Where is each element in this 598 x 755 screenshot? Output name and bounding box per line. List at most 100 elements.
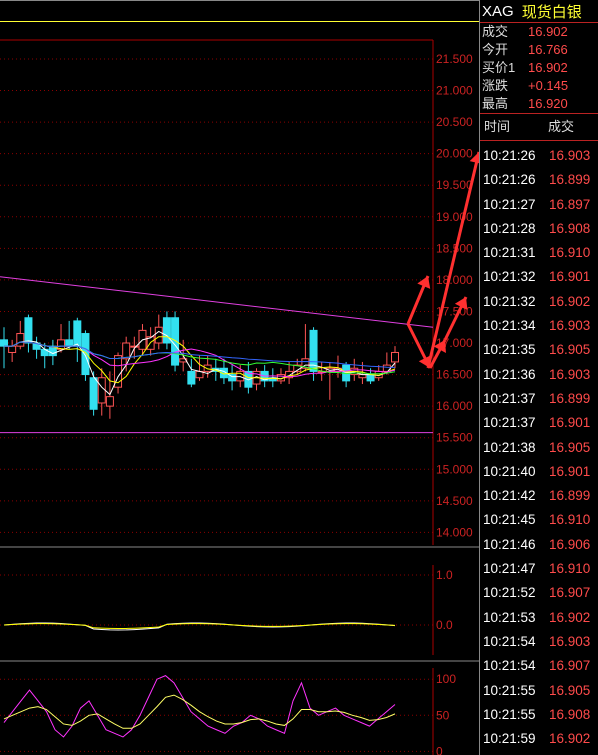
y-tick-label: 16.500 [436,368,473,382]
instrument-header: XAG 现货白银 [480,0,598,23]
candle-body [8,345,17,353]
tick-row[interactable]: 10:21:55 16.905 [480,679,598,703]
tick-time: 10:21:27 [483,196,536,212]
candle-body [382,364,391,372]
candle-body [81,333,90,376]
quote-value: 16.902 [528,24,568,39]
tick-time: 10:21:36 [483,366,536,382]
tick-row[interactable]: 10:21:46 16.906 [480,533,598,557]
instrument-code: XAG [482,2,514,20]
quote-label: 涨跌 [482,78,509,93]
tick-row[interactable]: 10:21:38 16.905 [480,436,598,460]
y-tick-label: 21.500 [436,52,473,66]
candle-body [65,339,74,347]
tick-row[interactable]: 10:21:59 16.902 [480,727,598,751]
tick-price: 16.901 [549,463,591,479]
tick-time: 10:21:55 [483,682,536,698]
tick-price: 16.897 [549,196,591,212]
candle-body [187,370,196,385]
tick-time: 10:21:34 [483,318,536,334]
quote-summary: 成交 16.902 今开 16.766 买价1 16.902 涨跌 +0.145 最高 16.92… [480,23,598,114]
tick-price: 16.907 [549,585,591,601]
tick-row[interactable]: 10:21:52 16.907 [480,581,598,605]
y-tick-label: 20.000 [436,147,473,161]
tick-row[interactable]: 10:21:54 16.907 [480,654,598,678]
quote-label: 成交 [482,24,509,39]
tick-row[interactable]: 10:21:53 16.902 [480,606,598,630]
tick-row[interactable]: 10:21:26 16.903 [480,144,598,168]
quote-panel: XAG 现货白银 成交 16.902 今开 16.766 买价1 16.902 涨跌 +0.1… [479,0,598,755]
candle-body [89,377,98,410]
y-tick-label: 20.500 [436,115,473,129]
tick-price: 16.905 [549,439,591,455]
tick-price: 16.901 [549,269,591,285]
tick-row[interactable]: 10:21:31 16.910 [480,241,598,265]
y-tick-label: 0 [436,744,443,755]
tick-price: 16.910 [549,561,591,577]
y-tick-label: 21.000 [436,84,473,98]
quote-row: 买价1 16.902 [482,59,598,77]
tick-price: 16.910 [549,245,591,261]
candle-body [97,377,106,404]
y-tick-label: 19.000 [436,210,473,224]
tick-row[interactable]: 10:21:34 16.903 [480,314,598,338]
quote-label: 今开 [482,42,509,57]
tick-row[interactable]: 10:21:28 16.908 [480,217,598,241]
tick-header: 时间 成交 [480,114,598,141]
indicator-line [3,623,396,629]
tick-price: 16.902 [549,293,591,309]
y-tick-label: 0.0 [436,618,453,632]
tick-row[interactable]: 10:21:42 16.899 [480,484,598,508]
candle-body [203,364,212,372]
tick-time: 10:21:26 [483,172,536,188]
tick-row[interactable]: 10:21:32 16.902 [480,290,598,314]
tick-row[interactable]: 10:21:37 16.901 [480,411,598,435]
y-tick-label: 19.500 [436,178,473,192]
tick-time: 10:21:40 [483,463,536,479]
tick-list[interactable]: 10:21:26 16.903 10:21:26 16.899 10:21:27 16.8… [480,141,598,751]
chart-area[interactable]: 21.500 21.000 20.500 20.000 19.500 19.000 18.5… [0,0,479,755]
tick-price: 16.902 [549,731,591,747]
y-tick-label: 18.000 [436,273,473,287]
tick-row[interactable]: 10:21:35 16.905 [480,338,598,362]
tick-price: 16.905 [549,342,591,358]
tick-row[interactable]: 10:21:54 16.903 [480,630,598,654]
quote-row: 今开 16.766 [482,41,598,59]
tick-row[interactable]: 10:21:55 16.908 [480,703,598,727]
tick-row[interactable]: 10:21:27 16.897 [480,193,598,217]
candle-body [366,374,375,382]
tick-price: 16.901 [549,415,591,431]
tick-time: 10:21:52 [483,585,536,601]
tick-time: 10:21:38 [483,439,536,455]
tick-time: 10:21:45 [483,512,536,528]
price-chart[interactable]: 21.50021.00020.50020.00019.50019.00018.5… [0,0,479,755]
quote-row: 涨跌 +0.145 [482,77,598,95]
tick-price: 16.903 [549,148,591,163]
y-tick-label: 15.500 [436,431,473,445]
tick-row[interactable]: 10:21:37 16.899 [480,387,598,411]
tick-time: 10:21:32 [483,293,536,309]
tick-row[interactable]: 10:21:32 16.901 [480,265,598,289]
candle-body [391,351,399,363]
tick-row[interactable]: 10:21:40 16.901 [480,460,598,484]
tick-price: 16.905 [549,682,591,698]
trend-line [0,276,434,328]
tick-price: 16.907 [549,658,591,674]
quote-row: 最高 16.920 [482,95,598,113]
tick-row[interactable]: 10:21:47 16.910 [480,557,598,581]
candle-body [0,339,8,347]
tick-price: 16.910 [549,512,591,528]
tick-row[interactable]: 10:21:36 16.903 [480,363,598,387]
tick-row[interactable]: 10:21:26 16.899 [480,168,598,192]
candle-body [105,396,114,407]
tick-time: 10:21:47 [483,561,536,577]
tick-header-price: 成交 [548,119,575,134]
candle-body [171,317,180,366]
tick-time: 10:21:32 [483,269,536,285]
y-tick-label: 15.000 [436,462,473,476]
tick-time: 10:21:28 [483,220,536,236]
indicator-line [3,675,396,738]
tick-time: 10:21:37 [483,415,536,431]
tick-row[interactable]: 10:21:45 16.910 [480,508,598,532]
candle-body [122,342,131,360]
